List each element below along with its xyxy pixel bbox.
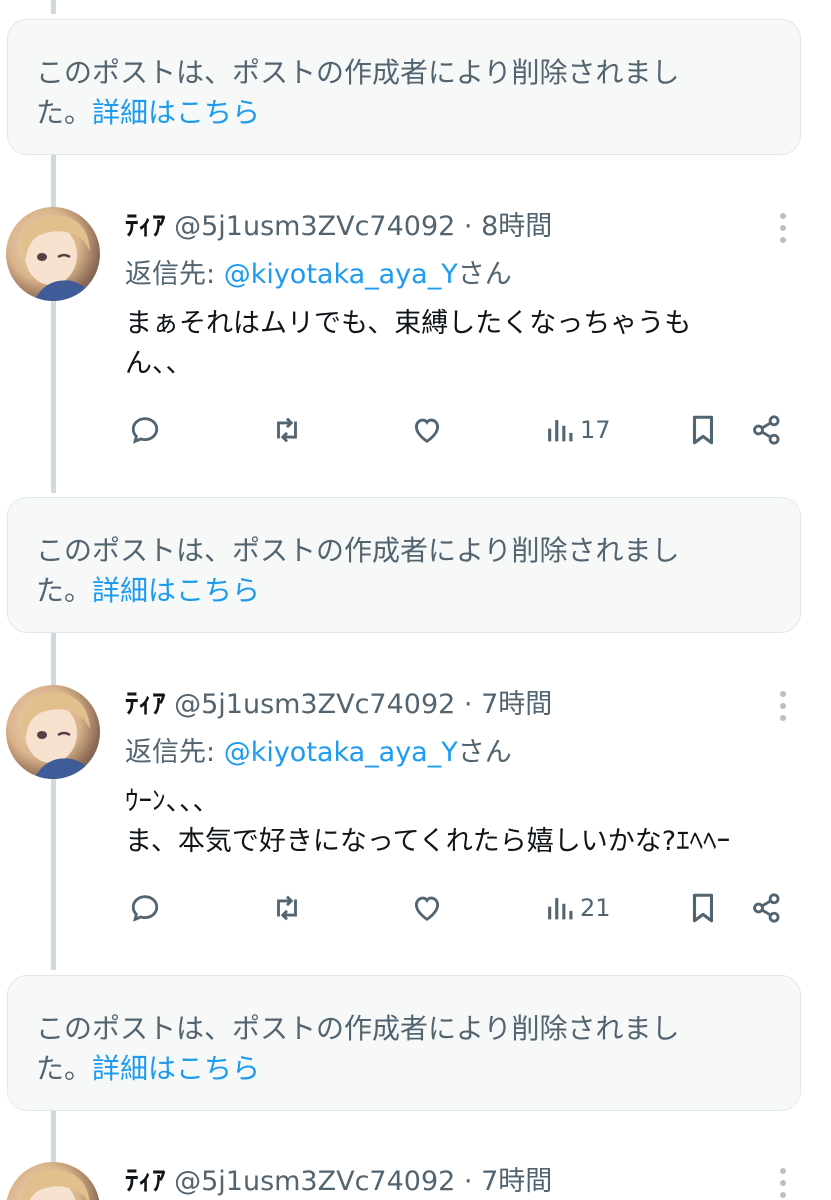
thread-line bbox=[51, 632, 56, 685]
post-header: ﾃｨｱ @5j1usm3ZVc74092 · 7時間 bbox=[125, 1162, 552, 1200]
post[interactable]: ﾃｨｱ @5j1usm3ZVc74092 · 7時間 bbox=[0, 1162, 831, 1200]
bookmark-icon[interactable] bbox=[686, 890, 720, 926]
user-handle[interactable]: @5j1usm3ZVc74092 bbox=[174, 211, 455, 242]
deleted-post-notice: このポストは、ポストの作成者により削除されまし た。詳細はこちら bbox=[7, 497, 801, 633]
more-icon[interactable] bbox=[771, 210, 795, 246]
thread-line bbox=[51, 1110, 56, 1162]
more-icon[interactable] bbox=[771, 688, 795, 724]
repost-icon[interactable] bbox=[270, 890, 304, 926]
separator: · bbox=[463, 211, 473, 242]
user-handle[interactable]: @5j1usm3ZVc74092 bbox=[174, 1166, 455, 1197]
avatar[interactable] bbox=[6, 685, 100, 779]
bookmark-icon[interactable] bbox=[686, 412, 720, 448]
post-header: ﾃｨｱ @5j1usm3ZVc74092 · 8時間 bbox=[125, 207, 552, 247]
reply-prefix: 返信先: bbox=[125, 259, 224, 290]
thread-line bbox=[51, 155, 56, 207]
repost-icon[interactable] bbox=[270, 412, 304, 448]
post-text: まぁそれはムリでも、束縛したくなっちゃうも ん、、 bbox=[125, 304, 785, 384]
views-count: 21 bbox=[580, 894, 611, 922]
reply-to: 返信先: @kiyotaka_aya_Yさん bbox=[125, 733, 512, 773]
views-icon bbox=[548, 420, 573, 442]
like-icon[interactable] bbox=[410, 890, 444, 926]
views-count: 17 bbox=[580, 416, 611, 444]
views-icon bbox=[548, 898, 573, 920]
reply-to: 返信先: @kiyotaka_aya_Yさん bbox=[125, 255, 512, 295]
deleted-notice-text: このポストは、ポストの作成者により削除されまし bbox=[36, 1012, 680, 1045]
deleted-notice-text: た。 bbox=[36, 574, 93, 607]
separator: · bbox=[463, 1166, 473, 1197]
share-icon[interactable] bbox=[750, 890, 784, 926]
separator: · bbox=[463, 689, 473, 720]
post-time[interactable]: 7時間 bbox=[481, 1166, 552, 1197]
reply-prefix: 返信先: bbox=[125, 737, 224, 768]
avatar[interactable] bbox=[6, 207, 100, 301]
action-bar: 21 bbox=[0, 890, 831, 930]
deleted-notice-text: た。 bbox=[36, 1052, 93, 1085]
reply-icon[interactable] bbox=[128, 890, 162, 926]
post[interactable]: ﾃｨｱ @5j1usm3ZVc74092 · 7時間 返信先: @kiyotak… bbox=[0, 685, 831, 985]
avatar[interactable] bbox=[6, 1162, 100, 1200]
post-text-line: ｳｰﾝ、、、 bbox=[125, 786, 220, 817]
display-name[interactable]: ﾃｨｱ bbox=[125, 1166, 166, 1197]
views-button[interactable]: 21 bbox=[544, 890, 611, 926]
post-text-line: ま、本気で好きになってくれたら嬉しいかな?ｴﾍﾍｰ bbox=[125, 826, 731, 857]
post-text-line: ん、、 bbox=[125, 348, 193, 379]
deleted-notice-text: た。 bbox=[36, 96, 93, 129]
like-icon[interactable] bbox=[410, 412, 444, 448]
views-button[interactable]: 17 bbox=[544, 412, 611, 448]
post-time[interactable]: 7時間 bbox=[481, 689, 552, 720]
reply-suffix: さん bbox=[457, 259, 512, 290]
thread-line bbox=[51, 0, 56, 14]
user-handle[interactable]: @5j1usm3ZVc74092 bbox=[174, 689, 455, 720]
avatar-image bbox=[20, 692, 92, 779]
reply-suffix: さん bbox=[457, 737, 512, 768]
reply-handle[interactable]: @kiyotaka_aya_Y bbox=[224, 737, 458, 768]
avatar-image bbox=[20, 1169, 90, 1200]
details-link[interactable]: 詳細はこちら bbox=[92, 96, 260, 129]
deleted-notice-text: このポストは、ポストの作成者により削除されまし bbox=[36, 56, 680, 89]
avatar-image bbox=[20, 214, 92, 301]
reply-icon[interactable] bbox=[128, 412, 162, 448]
post-header: ﾃｨｱ @5j1usm3ZVc74092 · 7時間 bbox=[125, 685, 552, 725]
action-bar: 17 bbox=[0, 412, 831, 452]
deleted-notice-text: このポストは、ポストの作成者により削除されまし bbox=[36, 534, 680, 567]
post-text: ｳｰﾝ、、、 ま、本気で好きになってくれたら嬉しいかな?ｴﾍﾍｰ bbox=[125, 782, 785, 862]
details-link[interactable]: 詳細はこちら bbox=[92, 1052, 260, 1085]
display-name[interactable]: ﾃｨｱ bbox=[125, 689, 166, 720]
details-link[interactable]: 詳細はこちら bbox=[92, 574, 260, 607]
post[interactable]: ﾃｨｱ @5j1usm3ZVc74092 · 8時間 返信先: @kiyotak… bbox=[0, 207, 831, 507]
post-text-line: まぁそれはムリでも、束縛したくなっちゃうも bbox=[125, 308, 692, 339]
deleted-post-notice: このポストは、ポストの作成者により削除されまし た。詳細はこちら bbox=[7, 19, 801, 155]
post-time[interactable]: 8時間 bbox=[481, 211, 552, 242]
display-name[interactable]: ﾃｨｱ bbox=[125, 211, 166, 242]
share-icon[interactable] bbox=[750, 412, 784, 448]
reply-handle[interactable]: @kiyotaka_aya_Y bbox=[224, 259, 458, 290]
more-icon[interactable] bbox=[771, 1165, 795, 1200]
deleted-post-notice: このポストは、ポストの作成者により削除されまし た。詳細はこちら bbox=[7, 975, 801, 1111]
